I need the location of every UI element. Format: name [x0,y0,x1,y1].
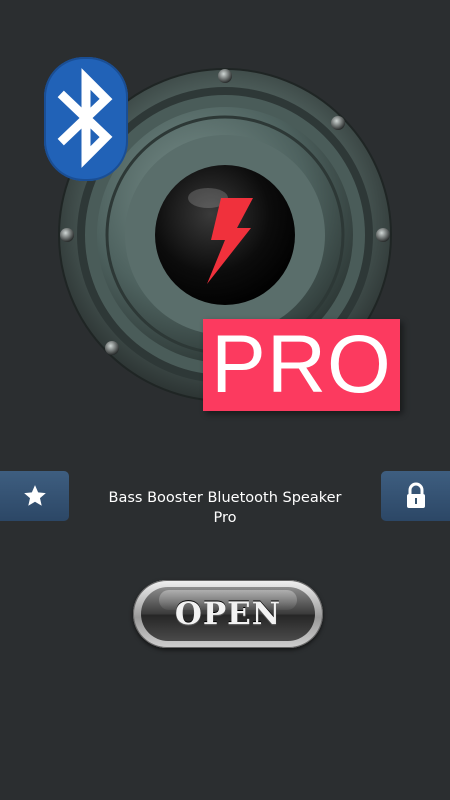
open-button-label: OPEN [174,596,282,632]
app-title: Bass Booster Bluetooth Speaker Pro [108,490,342,526]
star-icon [23,485,46,506]
pro-badge: PRO [203,319,400,411]
app-screen: PRO Bass Booster Bluetooth Speaker Pro O… [0,0,450,800]
favorite-button[interactable] [0,471,69,521]
lock-button[interactable] [381,471,450,521]
lock-icon [406,482,425,508]
bluetooth-icon [57,68,113,168]
bluetooth-badge [44,57,128,181]
open-button-face: OPEN [141,587,315,641]
lightning-bolt-icon [207,198,253,284]
open-button[interactable]: OPEN [133,580,323,648]
